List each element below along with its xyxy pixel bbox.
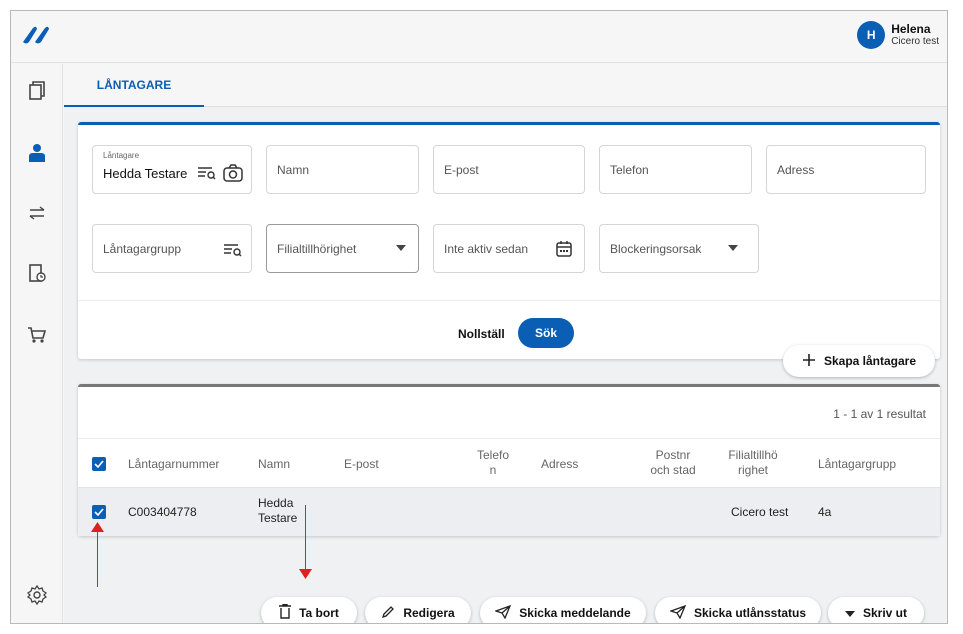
send-message-button[interactable]: Skicka meddelande [480,597,646,623]
column-phone[interactable]: Telefo n [473,448,513,478]
result-count: 1 - 1 av 1 resultat [833,407,926,421]
cart-icon[interactable] [24,322,50,348]
column-branch-line2: righet [737,463,769,477]
branch-placeholder: Filialtillhörighet [277,241,357,256]
pencil-icon [381,605,395,622]
borrower-group-field[interactable]: Låntagargrupp [92,224,252,273]
avatar: H [857,21,886,49]
annotation-arrow-delete [305,505,306,570]
user-name: Helena [891,22,931,36]
edit-button[interactable]: Redigera [365,597,471,623]
block-placeholder: Blockeringsorsak [610,241,702,256]
create-borrower-button[interactable]: Skapa låntagare [783,345,935,377]
column-phone-line1: Telefo [476,448,510,462]
divider [78,300,940,301]
search-button[interactable]: Sök [518,318,574,348]
delete-label: Ta bort [299,606,339,620]
cell-group: 4a [818,505,832,519]
annotation-arrowhead-down [299,569,312,579]
email-placeholder: E-post [444,162,479,177]
annotation-arrow-checkbox [97,529,98,587]
settings-icon[interactable] [24,582,50,608]
plus-icon [802,353,816,370]
branch-select[interactable]: Filialtillhörighet [266,224,419,273]
send-icon [494,604,512,622]
app-window: H Helena Cicero test LÅNTAGARE Låntagare… [10,10,948,624]
books-icon[interactable] [24,78,50,104]
calendar-icon[interactable] [556,240,572,257]
group-placeholder: Låntagargrupp [103,241,182,256]
search-panel: Låntagare Hedda Testare Namn E-post Tele… [78,122,940,359]
column-zip-city[interactable]: Postnr och stad [643,448,703,478]
tab-bar: LÅNTAGARE [64,64,947,107]
create-borrower-label: Skapa låntagare [823,354,917,368]
logo-icon[interactable] [21,25,51,50]
column-number[interactable]: Låntagarnummer [128,457,219,472]
print-label: Skriv ut [862,606,907,620]
user-menu[interactable]: H Helena Cicero test [857,21,939,49]
block-reason-select[interactable]: Blockeringsorsak [599,224,759,273]
address-field[interactable]: Adress [766,145,926,194]
name-placeholder: Namn [277,162,310,177]
phone-field[interactable]: Telefon [599,145,752,194]
column-address[interactable]: Adress [541,457,578,472]
address-placeholder: Adress [777,162,815,177]
print-button[interactable]: Skriv ut [828,597,924,623]
column-phone-line2: n [489,463,497,477]
send-message-label: Skicka meddelande [519,606,631,620]
checkbox-icon [94,508,104,516]
search-list-icon[interactable] [197,166,217,183]
cell-name: Hedda Testare [258,496,297,526]
column-branch[interactable]: Filialtillhö righet [718,448,788,478]
results-panel: 1 - 1 av 1 resultat Låntagarnummer Namn … [78,384,940,536]
table-header: Låntagarnummer Namn E-post Telefo n Adre… [78,438,940,488]
reset-button[interactable]: Nollställ [458,327,505,341]
send-status-button[interactable]: Skicka utlånsstatus [655,597,821,623]
email-field[interactable]: E-post [433,145,585,194]
cell-branch: Cicero test [731,505,789,519]
dropdown-icon [396,245,406,251]
dropdown-icon [728,245,738,251]
tab-borrowers[interactable]: LÅNTAGARE [64,64,204,107]
sidebar [11,64,63,623]
user-org: Cicero test [891,36,939,47]
borrower-field-value: Hedda Testare [103,166,188,181]
chevron-down-icon [844,606,855,620]
borrower-field[interactable]: Låntagare Hedda Testare [92,145,252,194]
borrower-icon[interactable] [24,140,50,166]
select-all-checkbox[interactable] [92,457,106,471]
inactive-placeholder: Inte aktiv sedan [444,241,529,256]
column-zip-line2: och stad [650,463,696,477]
send-status-label: Skicka utlånsstatus [693,606,807,620]
column-email[interactable]: E-post [344,457,379,472]
send-icon [668,604,687,622]
column-branch-line1: Filialtillhö [728,448,778,462]
main-content: LÅNTAGARE Låntagare Hedda Testare Namn E… [64,64,947,623]
top-bar: H Helena Cicero test [11,11,947,63]
edit-label: Redigera [403,606,455,620]
inactive-since-field[interactable]: Inte aktiv sedan [433,224,585,273]
cell-name-line1: Hedda [258,496,294,510]
trash-icon [279,603,292,622]
cell-name-line2: Testare [258,511,298,525]
column-zip-line1: Postnr [655,448,691,462]
row-checkbox[interactable] [92,505,106,519]
annotation-arrowhead-up [91,522,104,532]
search-list-icon[interactable] [223,243,243,260]
name-field[interactable]: Namn [266,145,419,194]
history-icon[interactable] [24,260,50,286]
delete-button[interactable]: Ta bort [261,597,357,623]
column-name[interactable]: Namn [258,457,290,472]
cell-number: C003404778 [128,505,197,519]
borrower-field-label: Låntagare [103,151,140,160]
column-group[interactable]: Låntagargrupp [818,457,896,472]
table-row[interactable]: C003404778 Hedda Testare Cicero test 4a [78,488,940,536]
transfer-icon[interactable] [24,200,50,226]
phone-placeholder: Telefon [610,162,649,177]
checkbox-icon [94,460,104,468]
camera-icon[interactable] [223,164,243,185]
